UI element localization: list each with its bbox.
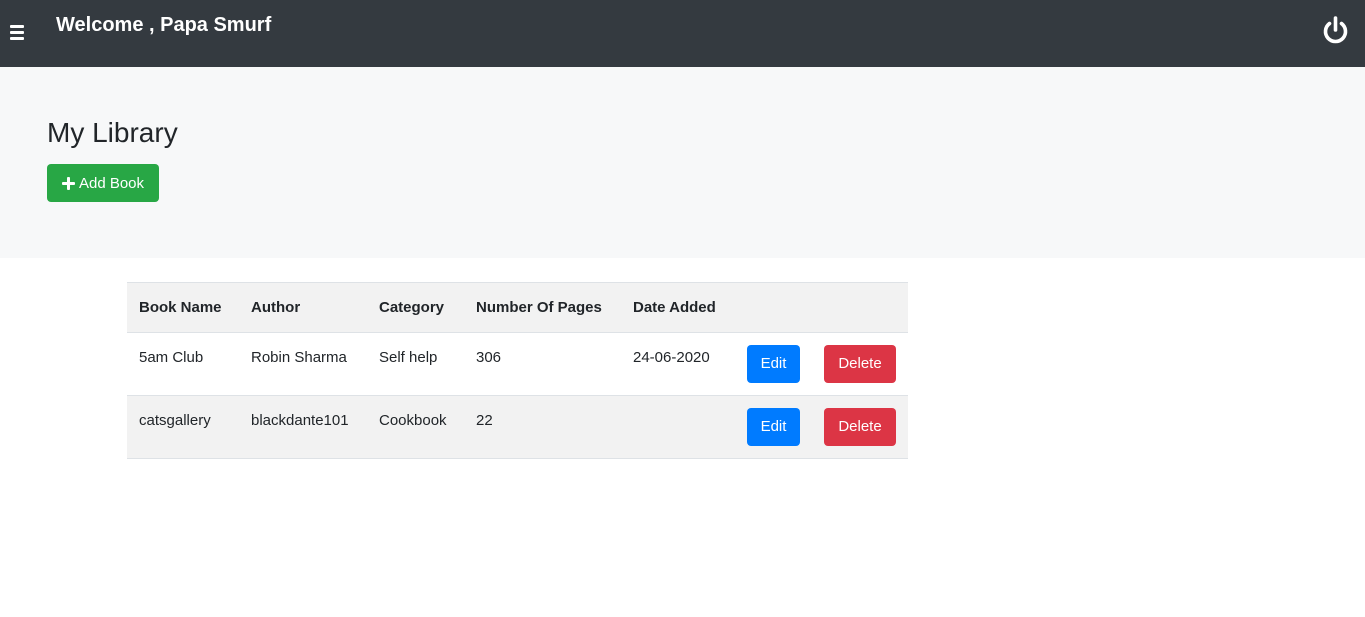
cell-date-added [621,396,735,459]
edit-button[interactable]: Edit [747,345,800,383]
page-title: My Library [47,117,178,148]
cell-delete: Delete [812,396,908,459]
table-row: catsgallery blackdante101 Cookbook 22 Ed… [127,395,908,459]
menu-bar [10,36,24,40]
cell-pages: 22 [476,412,493,429]
cell-pages: 306 [476,349,502,366]
edit-button[interactable]: Edit [747,408,800,446]
power-icon[interactable] [1319,14,1352,47]
books-table: Book Name Author Category Number Of Page… [127,282,908,459]
cell-author: blackdante101 [251,412,349,429]
hamburger-menu-icon[interactable] [10,22,30,42]
cell-delete: Delete [812,333,908,396]
cell-category: Self help [379,349,438,366]
column-header-category: Category [379,299,445,316]
column-header-delete [812,283,908,333]
welcome-text: Welcome , Papa Smurf [56,14,272,36]
cell-category: Cookbook [379,412,447,429]
header-panel: My Library Add Book [0,67,1365,258]
cell-book-name: 5am Club [139,349,204,366]
menu-bar [10,24,24,28]
cell-date-added: 24-06-2020 [633,349,710,366]
column-header-edit [735,283,812,333]
column-header-author: Author [251,299,301,316]
table-header-row: Book Name Author Category Number Of Page… [127,282,908,333]
menu-bar [10,30,24,34]
cell-author: Robin Sharma [251,349,347,366]
plus-icon [61,176,75,190]
top-navbar: Welcome , Papa Smurf [0,0,1365,67]
cell-edit: Edit [735,396,812,459]
table-row: 5am Club Robin Sharma Self help 306 24-0… [127,333,908,396]
cell-edit: Edit [735,333,812,396]
delete-button[interactable]: Delete [824,408,896,446]
column-header-pages: Number Of Pages [476,299,602,316]
add-book-label: Add Book [78,174,145,192]
add-book-button[interactable]: Add Book [47,164,159,202]
cell-book-name: catsgallery [139,412,211,429]
column-header-book-name: Book Name [139,299,222,316]
delete-button[interactable]: Delete [824,345,896,383]
column-header-date-added: Date Added [633,299,716,316]
